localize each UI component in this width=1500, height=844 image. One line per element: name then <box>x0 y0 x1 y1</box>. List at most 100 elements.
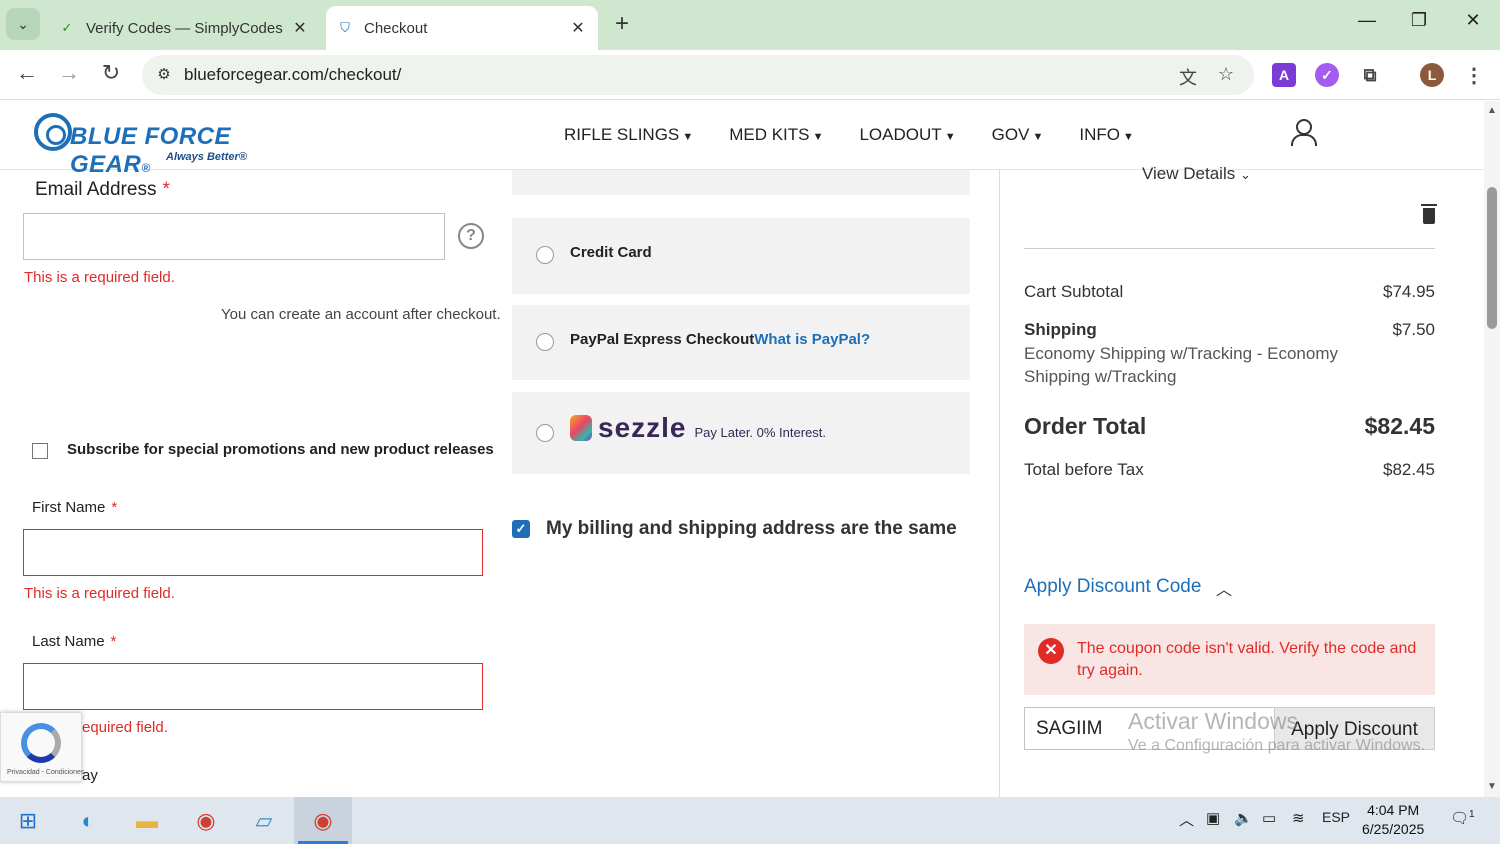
paypal-label: PayPal Express CheckoutWhat is PayPal? <box>570 331 871 348</box>
payment-credit-card[interactable]: Credit Card <box>512 218 970 294</box>
tab-checkout[interactable]: ⛉ Checkout ✕ <box>326 6 598 50</box>
scroll-down-arrow-icon[interactable]: ▼ <box>1487 781 1497 792</box>
caret-down-icon: ▼ <box>941 131 956 143</box>
last-name-label: Last Name * <box>32 633 117 650</box>
order-total-row: Order Total $82.45 <box>1024 413 1435 439</box>
close-tab-icon[interactable]: ✕ <box>288 18 312 38</box>
view-details-toggle[interactable]: View Details ⌄ <box>1142 164 1251 184</box>
windows-start-icon[interactable]: ⊞ <box>12 805 44 837</box>
account-note: You can create an account after checkout… <box>221 306 501 323</box>
email-label: Email Address * <box>35 179 170 200</box>
billing-same-checkbox[interactable]: ✓ <box>512 520 530 538</box>
battery-icon[interactable]: ▭ <box>1262 809 1276 827</box>
show-hidden-icons-chevron-icon[interactable]: ︿ <box>1179 809 1194 830</box>
recaptcha-badge[interactable]: Privacidad - Condiciones <box>0 712 84 782</box>
error-x-icon: ✕ <box>1038 638 1064 664</box>
security-tray-icon[interactable]: ▣ <box>1206 809 1220 827</box>
email-field[interactable] <box>23 213 445 260</box>
shipping-method: Economy Shipping w/Tracking - Economy Sh… <box>1024 344 1339 386</box>
discount-code-input[interactable]: SAGIIM <box>1024 707 1276 750</box>
scroll-up-arrow-icon[interactable]: ▲ <box>1487 105 1497 116</box>
tab-title: Checkout <box>364 19 428 37</box>
main-navigation: RIFLE SLINGS ▼ MED KITS ▼ LOADOUT ▼ GOV … <box>564 125 1134 145</box>
browser-tab-bar: ⌄ ✓ Verify Codes — SimplyCodes ✕ ⛉ Check… <box>0 0 1500 50</box>
page-scrollbar[interactable]: ▲ ▼ <box>1484 101 1500 797</box>
nav-rifle-slings[interactable]: RIFLE SLINGS ▼ <box>564 125 693 145</box>
browser-toolbar: ← → ↻ ⚙ blueforcegear.com/checkout/ 文 ☆ … <box>0 50 1500 100</box>
site-info-icon[interactable]: ⚙ <box>152 63 176 87</box>
apply-discount-toggle[interactable]: Apply Discount Code <box>1024 576 1201 598</box>
tab-search-button[interactable]: ⌄ <box>6 8 40 40</box>
volume-icon[interactable]: 🔈 <box>1234 809 1253 827</box>
caret-down-icon: ▼ <box>1029 131 1044 143</box>
close-window-button[interactable]: ✕ <box>1458 10 1488 31</box>
chrome-active-icon[interactable]: ◉ <box>307 805 339 837</box>
system-clock[interactable]: 4:04 PM 6/25/2025 <box>1362 801 1424 839</box>
coupon-error-message: The coupon code isn't valid. Verify the … <box>1077 640 1417 679</box>
tab-title: Verify Codes — SimplyCodes <box>86 19 283 37</box>
email-error: This is a required field. <box>24 269 175 286</box>
translate-icon[interactable]: 文 <box>1176 64 1200 90</box>
paypal-radio[interactable] <box>536 333 554 351</box>
profile-avatar[interactable]: L <box>1420 63 1444 87</box>
edge-browser-icon[interactable]: ◐ <box>72 805 104 837</box>
back-button[interactable]: ← <box>12 60 42 86</box>
before-tax-row: Total before Tax $82.45 <box>1024 460 1435 479</box>
address-bar[interactable]: ⚙ blueforcegear.com/checkout/ 文 ☆ <box>142 55 1254 95</box>
sezzle-radio[interactable] <box>536 424 554 442</box>
recaptcha-logo-icon <box>21 723 61 763</box>
new-tab-button[interactable]: + <box>608 10 636 38</box>
credit-card-label: Credit Card <box>570 244 652 261</box>
nav-loadout[interactable]: LOADOUT ▼ <box>859 125 955 145</box>
nav-gov[interactable]: GOV ▼ <box>992 125 1044 145</box>
blue-force-gear-logo[interactable]: BLUE FORCE GEAR® Always Better® <box>34 111 304 178</box>
logo-target-icon <box>34 113 72 151</box>
app-window-icon[interactable]: ▱ <box>248 805 280 837</box>
first-name-error: This is a required field. <box>24 585 175 602</box>
chevron-up-icon[interactable]: ︿ <box>1216 576 1232 600</box>
account-user-icon[interactable] <box>1290 119 1317 147</box>
credit-card-radio[interactable] <box>536 246 554 264</box>
windows-taskbar: ⊞ ◐ ▬ ◉ ▱ ◉ ︿ ▣ 🔈 ▭ ≋ ESP 4:04 PM 6/25/2… <box>0 797 1500 844</box>
tab-simplycodes[interactable]: ✓ Verify Codes — SimplyCodes ✕ <box>48 6 320 50</box>
wifi-icon[interactable]: ≋ <box>1292 809 1305 827</box>
url-text[interactable]: blueforcegear.com/checkout/ <box>184 65 401 85</box>
bookmark-star-icon[interactable]: ☆ <box>1214 64 1238 85</box>
minimize-button[interactable]: — <box>1352 10 1382 31</box>
nav-info[interactable]: INFO ▼ <box>1079 125 1134 145</box>
first-name-field[interactable] <box>23 529 483 576</box>
caret-down-icon: ▼ <box>809 131 824 143</box>
payment-sezzle[interactable]: sezzle Pay Later. 0% Interest. <box>512 392 970 474</box>
input-language[interactable]: ESP <box>1322 809 1350 825</box>
last-name-error: equired field. <box>82 719 168 736</box>
reload-button[interactable]: ↻ <box>96 60 126 86</box>
simplycodes-favicon-icon: ✓ <box>61 20 73 35</box>
what-is-paypal-link[interactable]: What is PayPal? <box>754 331 870 348</box>
last-name-field[interactable] <box>23 663 483 710</box>
chevron-down-icon: ⌄ <box>1239 167 1251 182</box>
caret-down-icon: ▼ <box>679 131 694 143</box>
help-question-icon[interactable]: ? <box>458 223 484 249</box>
extensions-puzzle-icon[interactable]: ⧉ <box>1358 63 1382 87</box>
payment-method-box-partial <box>512 170 970 195</box>
subscribe-checkbox[interactable] <box>32 443 48 459</box>
notification-center-icon[interactable]: 🗨1 <box>1450 809 1475 827</box>
trash-icon[interactable] <box>1421 204 1437 224</box>
forward-button[interactable]: → <box>54 60 84 86</box>
nav-med-kits[interactable]: MED KITS ▼ <box>729 125 823 145</box>
scrollbar-thumb[interactable] <box>1487 187 1497 329</box>
file-explorer-icon[interactable]: ▬ <box>131 805 163 837</box>
extension-a-icon[interactable]: A <box>1272 63 1296 87</box>
coupon-error-alert: ✕ The coupon code isn't valid. Verify th… <box>1024 624 1435 695</box>
checkmark-icon: ✓ <box>515 521 527 536</box>
shield-favicon-icon: ⛉ <box>340 20 350 35</box>
chrome-profile-icon[interactable]: ◉ <box>190 805 222 837</box>
apply-discount-button[interactable]: Apply Discount <box>1274 707 1435 750</box>
extension-simplycodes-icon[interactable]: ✓ <box>1315 63 1339 87</box>
restore-button[interactable]: ❐ <box>1404 10 1434 31</box>
first-name-label: First Name * <box>32 499 118 516</box>
payment-paypal[interactable]: PayPal Express CheckoutWhat is PayPal? <box>512 305 970 380</box>
shipping-row: Shipping $7.50 Economy Shipping w/Tracki… <box>1024 320 1435 386</box>
browser-menu-icon[interactable]: ⋮ <box>1462 63 1486 87</box>
close-tab-icon[interactable]: ✕ <box>566 18 590 38</box>
